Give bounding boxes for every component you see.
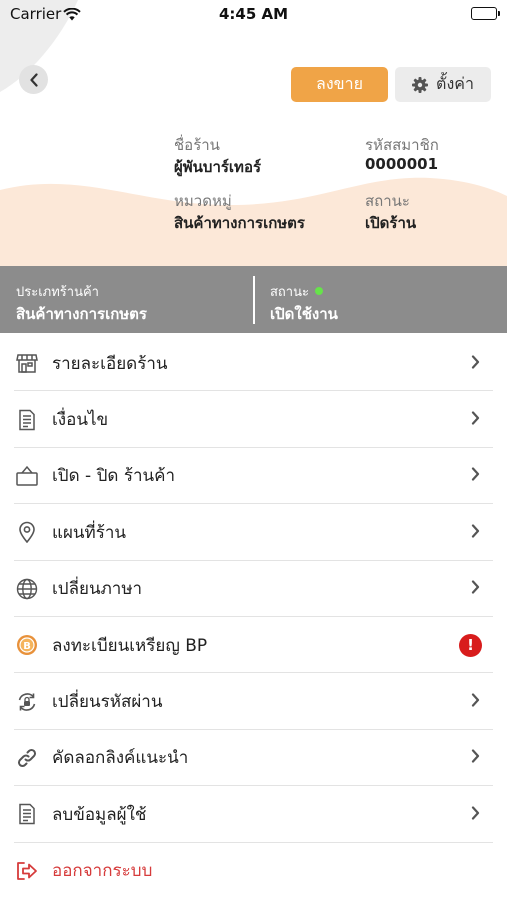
shop-status-value: เปิดร้าน — [365, 214, 417, 232]
alert-badge-icon: ! — [459, 633, 482, 657]
link-icon — [16, 747, 38, 769]
chevron-right-icon — [471, 523, 480, 542]
status-dot-icon — [314, 287, 323, 295]
menu-label: รายละเอียดร้าน — [52, 353, 168, 374]
account-status-label: สถานะ — [270, 281, 323, 302]
menu-item-register-bp-coin[interactable]: B ลงทะเบียนเหรียญ BP ! — [0, 617, 507, 674]
status-bar: Carrier 4:45 AM — [0, 0, 507, 30]
menu-label: ลงทะเบียนเหรียญ BP — [52, 635, 208, 656]
shop-summary-band: ประเภทร้านค้า สินค้าทางการเกษตร สถานะ เป… — [0, 266, 507, 333]
sell-button[interactable]: ลงขาย — [291, 67, 388, 102]
logout-icon — [16, 860, 38, 882]
settings-menu: รายละเอียดร้าน เงื่อนไข เปิด - ปิด ร้านค… — [0, 335, 507, 899]
back-button[interactable] — [19, 65, 48, 94]
shop-name-label: ชื่อร้าน — [174, 136, 220, 154]
menu-label: คัดลอกลิงค์แนะนำ — [52, 748, 189, 769]
chevron-right-icon — [471, 692, 480, 711]
shop-name-value: ผู้พันบาร์เทอร์ — [174, 158, 262, 176]
battery-icon — [471, 7, 500, 20]
chevron-left-icon — [29, 72, 38, 87]
refresh-lock-icon — [16, 691, 38, 713]
menu-label: เปิด - ปิด ร้านค้า — [52, 466, 176, 487]
menu-item-shop-details[interactable]: รายละเอียดร้าน — [0, 335, 507, 392]
menu-label: ออกจากระบบ — [52, 861, 153, 882]
shop-status-label: สถานะ — [365, 192, 410, 210]
basket-icon — [16, 465, 38, 487]
svg-text:B: B — [23, 641, 31, 652]
menu-label: เงื่อนไข — [52, 410, 109, 431]
gear-icon — [412, 76, 429, 93]
chevron-right-icon — [471, 410, 480, 429]
chevron-right-icon — [471, 748, 480, 767]
chevron-right-icon — [471, 805, 480, 824]
menu-label: แผนที่ร้าน — [52, 522, 127, 543]
chevron-right-icon — [471, 354, 480, 373]
chevron-right-icon — [471, 466, 480, 485]
shop-type-value: สินค้าทางการเกษตร — [16, 305, 147, 323]
menu-item-terms[interactable]: เงื่อนไข — [0, 391, 507, 448]
menu-label: เปลี่ยนภาษา — [52, 579, 143, 600]
map-pin-icon — [16, 521, 38, 544]
member-id-value: 0000001 — [365, 155, 439, 173]
menu-item-change-language[interactable]: เปลี่ยนภาษา — [0, 561, 507, 617]
band-divider — [253, 276, 255, 324]
category-value: สินค้าทางการเกษตร — [174, 214, 305, 232]
shop-type-label: ประเภทร้านค้า — [16, 285, 99, 300]
menu-label: ลบข้อมูลผู้ใช้ — [52, 804, 147, 825]
settings-button[interactable]: ตั้งค่า — [395, 67, 491, 102]
menu-item-delete-user-data[interactable]: ลบข้อมูลผู้ใช้ — [0, 786, 507, 843]
menu-item-open-close-shop[interactable]: เปิด - ปิด ร้านค้า — [0, 448, 507, 505]
member-id-label: รหัสสมาชิก — [365, 136, 439, 154]
settings-label: ตั้งค่า — [436, 74, 474, 93]
menu-item-logout[interactable]: ออกจากระบบ — [0, 843, 507, 899]
menu-label: เปลี่ยนรหัสผ่าน — [52, 692, 163, 713]
account-status-value: เปิดใช้งาน — [270, 305, 338, 323]
menu-item-copy-referral-link[interactable]: คัดลอกลิงค์แนะนำ — [0, 730, 507, 787]
menu-item-shop-map[interactable]: แผนที่ร้าน — [0, 504, 507, 561]
category-label: หมวดหมู่ — [174, 192, 232, 210]
clock: 4:45 AM — [218, 5, 289, 23]
coin-icon: B — [16, 634, 38, 656]
chevron-right-icon — [471, 579, 480, 598]
globe-icon — [16, 578, 38, 600]
store-icon — [16, 352, 38, 374]
delete-document-icon — [16, 803, 38, 825]
menu-item-change-password[interactable]: เปลี่ยนรหัสผ่าน — [0, 673, 507, 730]
document-icon — [16, 409, 38, 431]
